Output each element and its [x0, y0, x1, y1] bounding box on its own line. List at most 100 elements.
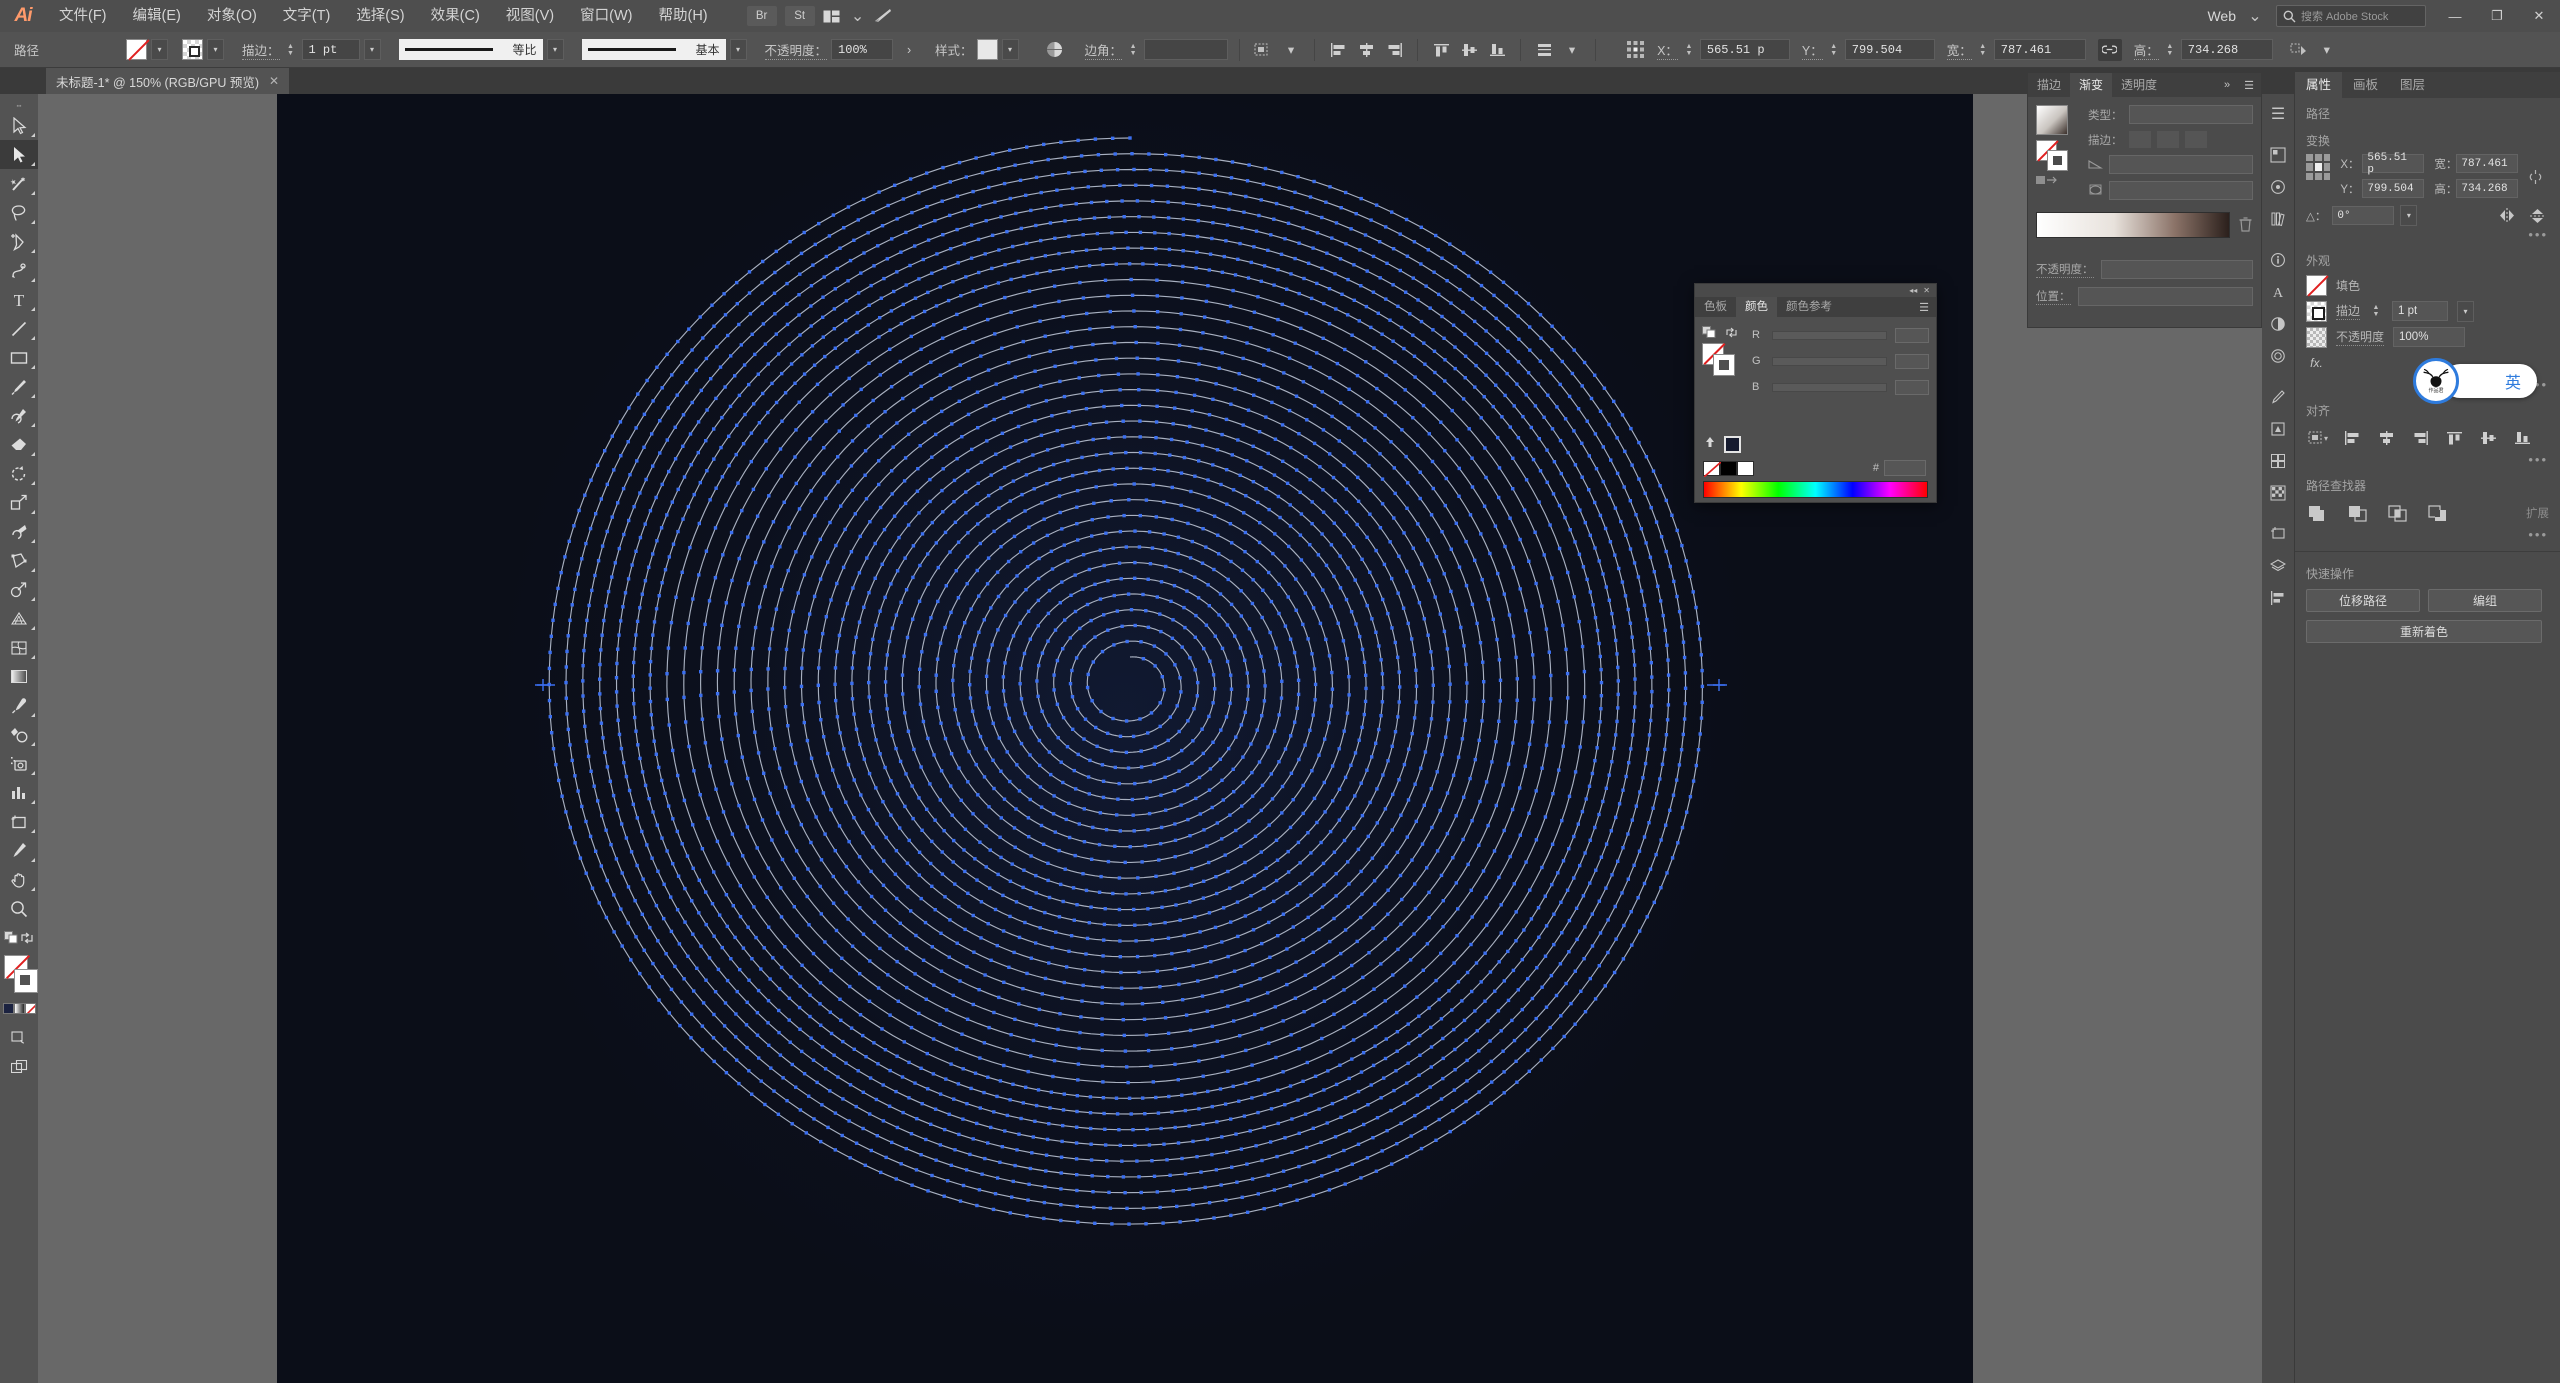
gradient-location-field[interactable] — [2078, 287, 2254, 306]
reference-point-grid[interactable] — [2306, 154, 2330, 180]
props-link-wh-icon[interactable] — [2528, 154, 2549, 186]
appearance-fill-swatch[interactable] — [2306, 275, 2327, 296]
align-dropdown-chevron-icon[interactable]: ▾ — [1279, 39, 1303, 61]
color-panel-stroke-swatch[interactable] — [1713, 354, 1735, 376]
channel-value-r[interactable] — [1895, 328, 1929, 343]
align-left-icon[interactable] — [2340, 427, 2364, 449]
stroke-color-swatch[interactable] — [14, 969, 38, 993]
tab-swatches[interactable]: 色板 — [1695, 297, 1736, 317]
panel-menu-rail-icon[interactable]: ☰ — [2262, 98, 2294, 130]
hex-value[interactable] — [1884, 460, 1926, 476]
slice-tool[interactable] — [0, 836, 38, 865]
gradient-expand-icon[interactable]: » — [2217, 79, 2237, 91]
isolate-blend-icon[interactable] — [1043, 39, 1067, 61]
fill-stroke-mini-icon[interactable] — [4, 931, 19, 949]
transform-panel-icon[interactable] — [2287, 39, 2311, 61]
corner-value[interactable] — [1144, 39, 1228, 60]
behance-icon[interactable] — [871, 4, 897, 28]
gradient-stroke-swatch[interactable] — [2047, 150, 2068, 171]
direct-selection-tool[interactable] — [0, 111, 38, 140]
paintbrush-tool[interactable] — [0, 372, 38, 401]
tab-properties[interactable]: 属性 — [2295, 72, 2342, 98]
h-value[interactable]: 734.268 — [2181, 39, 2273, 60]
color-panel-titlebar[interactable]: ◂◂ ✕ — [1695, 284, 1936, 297]
mesh-tool[interactable] — [0, 633, 38, 662]
gradient-stroke-type-3-icon[interactable] — [2185, 131, 2207, 148]
color-rail-icon[interactable] — [2262, 139, 2294, 171]
align-center-v-icon[interactable] — [1457, 39, 1481, 61]
tab-transparency[interactable]: 透明度 — [2112, 73, 2166, 97]
menu-edit[interactable]: 编辑(E) — [120, 0, 194, 32]
y-stepper[interactable]: ▲▼ — [1827, 39, 1841, 60]
intersect-icon[interactable] — [2386, 502, 2410, 524]
w-stepper[interactable]: ▲▼ — [1976, 39, 1990, 60]
gradient-panel[interactable]: 描边 渐变 透明度 » ☰ 类型： — [2027, 72, 2262, 328]
color-spectrum-ramp[interactable] — [1703, 481, 1928, 498]
width-tool[interactable] — [0, 517, 38, 546]
flip-horizontal-icon[interactable] — [2495, 206, 2519, 226]
graphic-styles-rail-icon[interactable] — [2262, 340, 2294, 372]
appearance-rail-icon[interactable] — [2262, 308, 2294, 340]
pen-tool[interactable] — [0, 227, 38, 256]
pathfinder-expand-label[interactable]: 扩展 — [2526, 505, 2549, 521]
flip-vertical-icon[interactable] — [2525, 206, 2549, 226]
shaper-tool[interactable] — [0, 401, 38, 430]
close-icon[interactable]: ✕ — [1923, 286, 1930, 295]
link-wh-icon[interactable] — [2098, 39, 2122, 61]
gradient-type-select[interactable] — [2129, 105, 2254, 124]
reverse-gradient-icon[interactable] — [2036, 174, 2080, 190]
stroke-chevron-down-icon[interactable]: ▾ — [207, 39, 224, 60]
rectangle-tool[interactable] — [0, 343, 38, 372]
distribute-v-icon[interactable] — [1532, 39, 1556, 61]
tab-gradient[interactable]: 渐变 — [2070, 73, 2112, 97]
props-w-value[interactable]: 787.461 — [2456, 154, 2518, 173]
type-tool[interactable]: T — [0, 285, 38, 314]
selection-tool[interactable] — [0, 140, 38, 169]
w-value[interactable]: 787.461 — [1994, 39, 2086, 60]
align-to-selection-icon[interactable]: ▾ — [2306, 427, 2330, 449]
column-graph-tool[interactable] — [0, 778, 38, 807]
recolor-button[interactable]: 重新着色 — [2306, 620, 2542, 643]
tab-layers[interactable]: 图层 — [2389, 72, 2436, 98]
align-center-h-icon[interactable] — [2374, 427, 2398, 449]
collapse-icon[interactable]: ◂◂ — [1909, 286, 1917, 295]
align-top-icon[interactable] — [1429, 39, 1453, 61]
menu-object[interactable]: 对象(O) — [194, 0, 270, 32]
align-left-icon[interactable] — [1326, 39, 1350, 61]
stroke-swatch[interactable] — [182, 39, 203, 60]
bridge-button[interactable]: Br — [747, 6, 777, 26]
workspace-chevron-down-icon[interactable]: ⌄ — [2242, 4, 2268, 28]
document-close-icon[interactable]: ✕ — [269, 74, 279, 88]
toolbar-grip[interactable]: ▪▪ — [0, 102, 38, 111]
white-swatch[interactable] — [1737, 461, 1754, 476]
out-of-gamut-icon[interactable] — [1703, 435, 1717, 454]
eyedropper-tool[interactable] — [0, 691, 38, 720]
tab-artboard[interactable]: 画板 — [2342, 72, 2389, 98]
unite-icon[interactable] — [2306, 502, 2330, 524]
fx-icon[interactable]: fx. — [2306, 356, 2327, 370]
stroke-weight-stepper[interactable]: ▲▼ — [284, 39, 298, 60]
none-swatch[interactable] — [1703, 461, 1720, 476]
align-more-dots[interactable]: ••• — [2295, 451, 2560, 470]
zoom-tool[interactable] — [0, 894, 38, 923]
gradient-stroke-type-1-icon[interactable] — [2129, 131, 2151, 148]
menu-select[interactable]: 选择(S) — [343, 0, 417, 32]
current-color-preview[interactable] — [1724, 436, 1741, 453]
appearance-opacity-value[interactable]: 100% — [2393, 327, 2465, 347]
layers-rail-icon[interactable] — [2262, 550, 2294, 582]
channel-slider-b[interactable] — [1772, 383, 1887, 392]
appearance-stroke-chevron-icon[interactable]: ▾ — [2457, 301, 2474, 322]
minimize-button[interactable]: — — [2434, 0, 2476, 32]
fill-swatch[interactable] — [126, 39, 147, 60]
stock-search-input[interactable]: 搜索 Adobe Stock — [2276, 5, 2426, 27]
props-angle-chevron-icon[interactable]: ▾ — [2400, 205, 2417, 226]
artboards-rail-icon[interactable] — [2262, 518, 2294, 550]
align-top-icon[interactable] — [2442, 427, 2466, 449]
eraser-tool[interactable] — [0, 430, 38, 459]
align-center-v-icon[interactable] — [2476, 427, 2500, 449]
curvature-tool[interactable] — [0, 256, 38, 285]
stock-button[interactable]: St — [785, 6, 815, 26]
appearance-stroke-weight[interactable]: 1 pt — [2392, 301, 2448, 321]
brush-chevron-down-icon[interactable]: ▾ — [730, 39, 747, 60]
black-swatch[interactable] — [1720, 461, 1737, 476]
